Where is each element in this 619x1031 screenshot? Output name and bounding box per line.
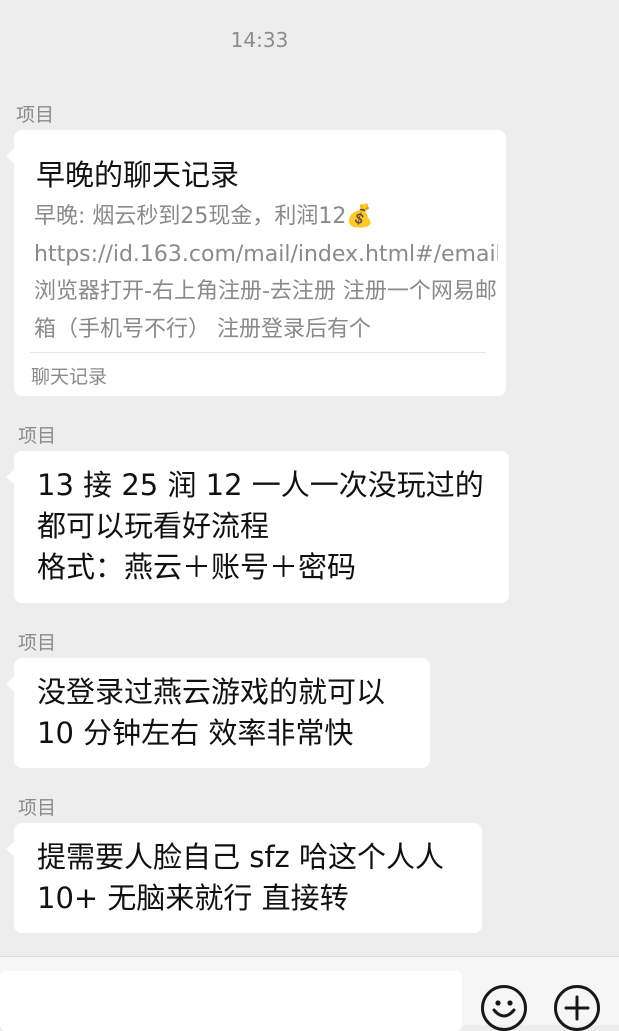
chat-record-label: 聊天记录 bbox=[31, 366, 108, 388]
message-text: 提需要人脸自己 sfz 哈这个人人 10+ 无脑来就行 直接转 bbox=[37, 840, 444, 915]
message-text: 没登录过燕云游戏的就可以 10 分钟左右 效率非常快 bbox=[37, 675, 386, 750]
chat-record-title: 早晚的聊天记录 bbox=[36, 158, 240, 192]
card-divider bbox=[30, 352, 486, 353]
message-bubble[interactable]: 没登录过燕云游戏的就可以 10 分钟左右 效率非常快 bbox=[6, 658, 430, 768]
sender-name: 项目 bbox=[18, 632, 57, 654]
emoji-icon[interactable] bbox=[481, 985, 527, 1031]
input-bar bbox=[0, 956, 619, 1031]
chat-record-preview: 早晚: 烟云秒到25现金，利润12💰 https://id.163.com/ma… bbox=[34, 204, 498, 342]
sender-name: 项目 bbox=[18, 425, 57, 447]
sender-name: 项目 bbox=[16, 104, 55, 126]
message-input[interactable] bbox=[0, 971, 462, 1031]
chat-record-card[interactable]: 早晚的聊天记录 早晚: 烟云秒到25现金，利润12💰 https://id.16… bbox=[6, 130, 506, 396]
timestamp: 14:33 bbox=[230, 28, 289, 52]
sender-name: 项目 bbox=[18, 797, 57, 819]
plus-icon[interactable] bbox=[554, 985, 600, 1031]
message-bubble[interactable]: 13 接 25 润 12 一人一次没玩过的 都可以玩看好流程 格式：燕云＋账号＋… bbox=[6, 451, 509, 603]
message-text: 13 接 25 润 12 一人一次没玩过的 都可以玩看好流程 格式：燕云＋账号＋… bbox=[37, 468, 484, 584]
message-bubble[interactable]: 提需要人脸自己 sfz 哈这个人人 10+ 无脑来就行 直接转 bbox=[6, 823, 482, 933]
